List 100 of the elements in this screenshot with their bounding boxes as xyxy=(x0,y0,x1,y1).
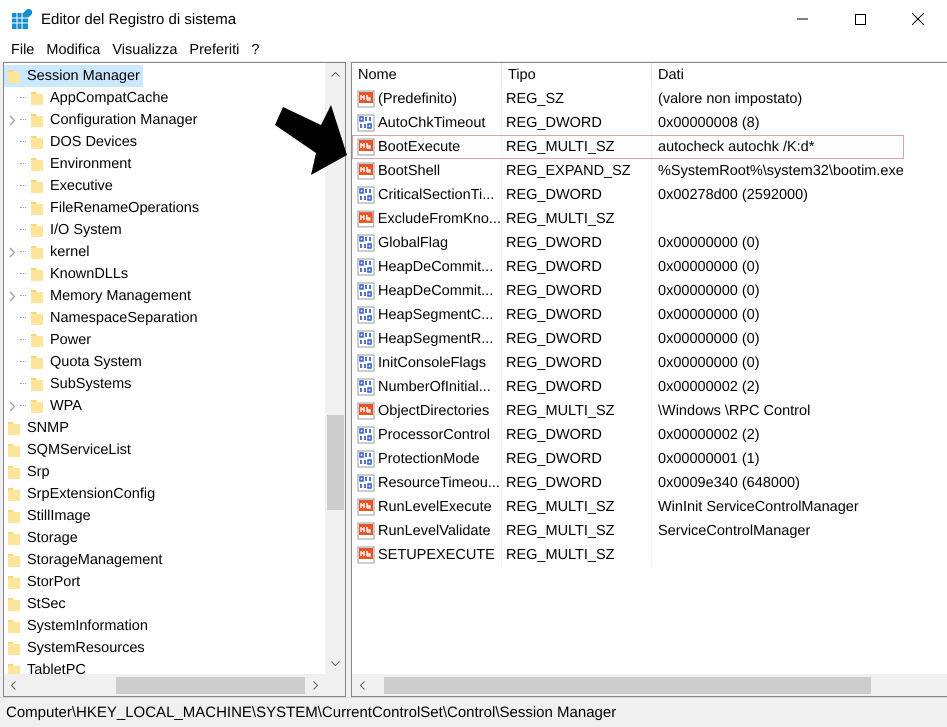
scroll-left-icon[interactable] xyxy=(11,680,16,690)
value-row[interactable]: ResourceTimeou... REG_DWORD 0x0009e340 (648000) xyxy=(352,471,904,495)
expand-chevron-icon[interactable] xyxy=(8,114,16,126)
tree-item[interactable]: Srp xyxy=(4,461,53,483)
value-type: REG_DWORD xyxy=(506,355,602,371)
value-name: AutoChkTimeout xyxy=(378,115,486,131)
value-data: WinInit ServiceControlManager xyxy=(657,499,860,515)
value-data: 0x00000000 (0) xyxy=(657,259,761,275)
value-row[interactable]: RunLevelValidate REG_MULTI_SZ ServiceControlManager xyxy=(352,519,904,543)
value-type: REG_MULTI_SZ xyxy=(506,523,615,539)
highlighted-row[interactable]: BootExecute REG_MULTI_SZ autocheck autochk /K:d* xyxy=(352,135,904,159)
tree-item[interactable]: Environment xyxy=(27,153,134,175)
value-name: SETUPEXECUTE xyxy=(378,547,495,563)
binary-value-icon xyxy=(356,377,376,397)
value-row[interactable]: InitConsoleFlags REG_DWORD 0x00000000 (0) xyxy=(352,351,904,375)
tree-item[interactable]: Executive xyxy=(27,175,116,197)
tree-item[interactable]: StorageManagement xyxy=(4,549,166,571)
value-row[interactable]: ProcessorControl REG_DWORD 0x00000002 (2) xyxy=(352,423,904,447)
menu-item[interactable]: Modifica xyxy=(40,42,106,58)
value-row[interactable]: AutoChkTimeout REG_DWORD 0x00000008 (8) xyxy=(352,111,904,135)
tree-item[interactable]: Session Manager xyxy=(4,65,143,87)
value-row[interactable]: GlobalFlag REG_DWORD 0x00000000 (0) xyxy=(352,231,904,255)
tree-item[interactable]: StSec xyxy=(4,593,69,615)
folder-icon xyxy=(7,464,21,480)
tree-item[interactable]: FileRenameOperations xyxy=(27,197,202,219)
tree-item[interactable]: Memory Management xyxy=(27,285,194,307)
value-type: REG_DWORD xyxy=(506,475,602,491)
value-name: HeapSegmentR... xyxy=(378,331,494,347)
expand-chevron-icon[interactable] xyxy=(8,290,16,302)
tree-item[interactable]: StorPort xyxy=(4,571,84,593)
tree-item[interactable]: KnownDLLs xyxy=(27,263,132,285)
tree-item[interactable]: Power xyxy=(27,329,94,351)
value-row[interactable]: HeapDeCommit... REG_DWORD 0x00000000 (0) xyxy=(352,255,904,279)
column-header[interactable]: Nome xyxy=(352,63,502,87)
value-row[interactable]: HeapSegmentR... REG_DWORD 0x00000000 (0) xyxy=(352,327,904,351)
tree-item[interactable]: SQMServiceList xyxy=(4,439,134,461)
scrollbar-thumb[interactable] xyxy=(384,676,871,694)
value-type: REG_SZ xyxy=(506,91,564,107)
scroll-right-icon[interactable] xyxy=(312,680,318,690)
scrollbar-thumb[interactable] xyxy=(116,676,306,694)
binary-value-icon xyxy=(356,425,376,445)
tree-item[interactable]: I/O System xyxy=(27,219,125,241)
menu-item[interactable]: Visualizza xyxy=(106,42,184,58)
value-type: REG_DWORD xyxy=(506,331,602,347)
value-row[interactable]: NumberOfInitial... REG_DWORD 0x00000002 (2) xyxy=(352,375,904,399)
tree-item[interactable]: SubSystems xyxy=(27,373,134,395)
folder-icon xyxy=(7,68,21,84)
value-row[interactable]: HeapSegmentC... REG_DWORD 0x00000000 (0) xyxy=(352,303,904,327)
value-row[interactable]: HeapDeCommit... REG_DWORD 0x00000000 (0) xyxy=(352,279,904,303)
tree-item[interactable]: DOS Devices xyxy=(27,131,140,153)
tree-item[interactable]: Configuration Manager xyxy=(27,109,201,131)
string-value-icon xyxy=(356,89,376,109)
value-row[interactable]: ProtectionMode REG_DWORD 0x00000001 (1) xyxy=(352,447,904,471)
tree-item[interactable]: NamespaceSeparation xyxy=(27,307,201,329)
value-type: REG_DWORD xyxy=(506,379,602,395)
menu-item[interactable]: ? xyxy=(245,42,266,58)
tree-item[interactable]: SystemResources xyxy=(4,637,148,659)
value-data: 0x00000000 (0) xyxy=(657,307,761,323)
tree-item[interactable]: AppCompatCache xyxy=(27,87,172,109)
value-row[interactable]: SETUPEXECUTE REG_MULTI_SZ xyxy=(352,543,904,567)
value-row[interactable]: (Predefinito) REG_SZ (valore non impostato) xyxy=(352,87,904,111)
value-name: HeapSegmentC... xyxy=(378,307,494,323)
value-data: %SystemRoot%\system32\bootim.exe xyxy=(657,163,904,179)
value-data: 0x00000002 (2) xyxy=(657,379,761,395)
binary-value-icon xyxy=(356,113,376,133)
value-row[interactable]: CriticalSectionTi... REG_DWORD 0x00278d00 (2592000) xyxy=(352,183,904,207)
tree-item[interactable]: SNMP xyxy=(4,417,72,439)
folder-icon xyxy=(7,640,21,656)
expand-chevron-icon[interactable] xyxy=(8,246,16,258)
menu-item[interactable]: File xyxy=(5,42,40,58)
scroll-up-icon[interactable] xyxy=(330,72,340,76)
value-data: autocheck autochk /K:d* xyxy=(657,139,816,155)
tree-item[interactable]: SrpExtensionConfig xyxy=(4,483,158,505)
column-header[interactable]: Dati xyxy=(652,63,947,87)
tree-item[interactable]: WPA xyxy=(27,395,85,417)
column-header[interactable]: Tipo xyxy=(502,63,652,87)
scrollbar-thumb[interactable] xyxy=(326,415,344,510)
tree-item[interactable]: SystemInformation xyxy=(4,615,151,637)
tree-item[interactable]: kernel xyxy=(27,241,92,263)
string-value-icon xyxy=(356,137,376,157)
value-name: InitConsoleFlags xyxy=(378,355,486,371)
value-row[interactable]: BootShell REG_EXPAND_SZ %SystemRoot%\system32\bootim.exe xyxy=(352,159,904,183)
tree-item[interactable]: Storage xyxy=(4,527,81,549)
scroll-down-icon[interactable] xyxy=(330,660,340,666)
vertical-scrollbar[interactable] xyxy=(325,63,345,674)
value-name: CriticalSectionTi... xyxy=(378,187,494,203)
folder-icon xyxy=(30,200,44,216)
expand-chevron-icon[interactable] xyxy=(8,400,16,412)
value-row[interactable]: ExcludeFromKno... REG_MULTI_SZ xyxy=(352,207,904,231)
value-row[interactable]: ObjectDirectories REG_MULTI_SZ \Windows \RPC Control xyxy=(352,399,904,423)
scroll-left-icon[interactable] xyxy=(360,680,364,690)
tree-item[interactable]: StillImage xyxy=(4,505,94,527)
horizontal-scrollbar[interactable] xyxy=(4,674,345,696)
value-data: 0x00000000 (0) xyxy=(657,355,761,371)
tree-item[interactable]: Quota System xyxy=(27,351,145,373)
value-name: HeapDeCommit... xyxy=(378,259,494,275)
menu-item[interactable]: Preferiti xyxy=(183,42,246,58)
value-row[interactable]: RunLevelExecute REG_MULTI_SZ WinInit ServiceControlManager xyxy=(352,495,904,519)
horizontal-scrollbar[interactable] xyxy=(352,674,947,696)
value-type: REG_MULTI_SZ xyxy=(506,499,615,515)
